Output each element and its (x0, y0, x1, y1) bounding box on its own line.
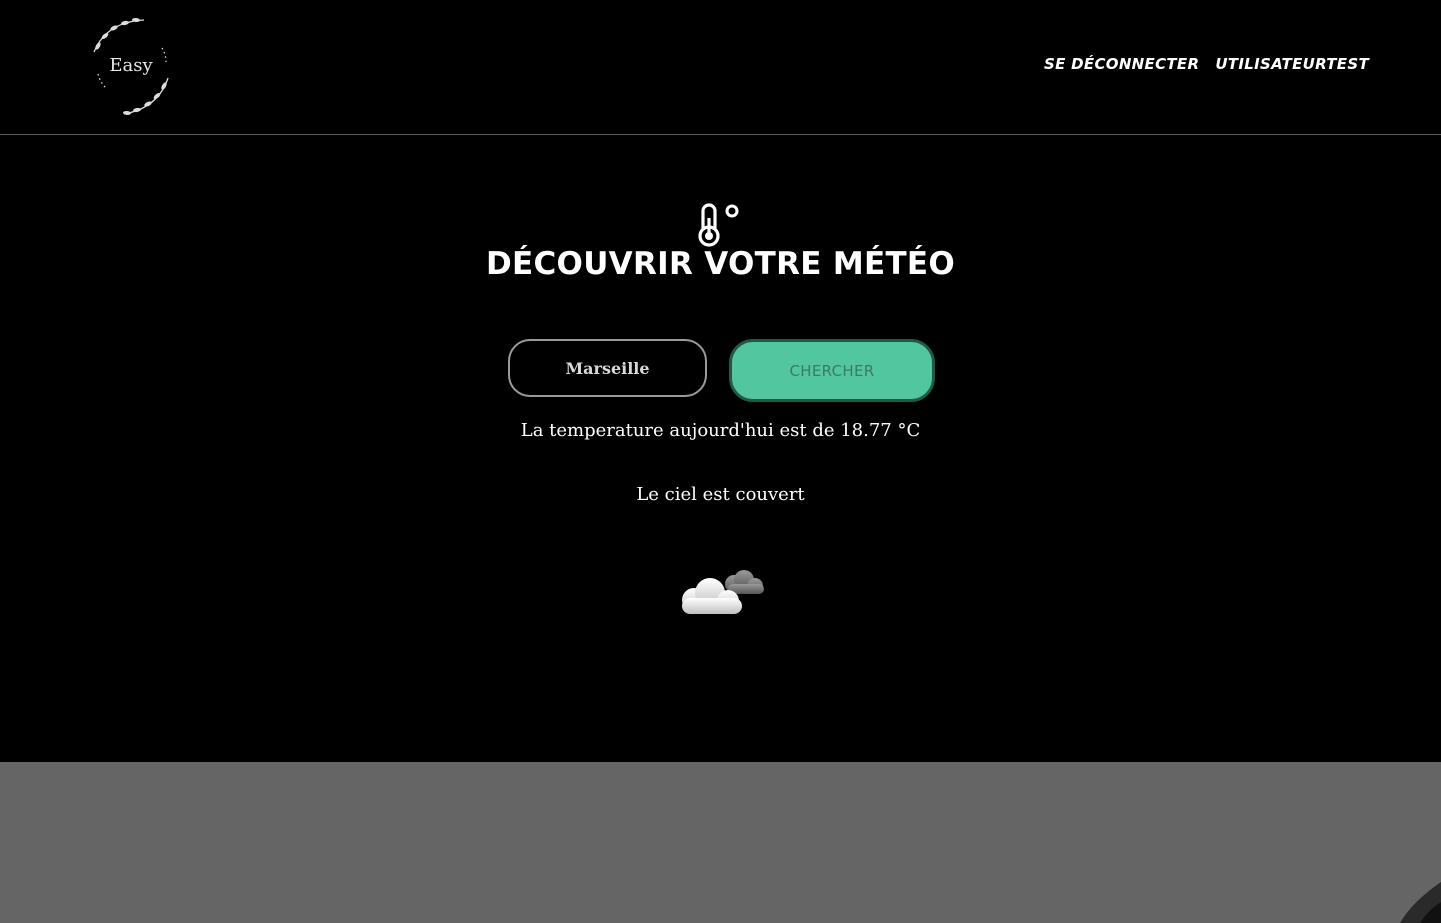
logout-link[interactable]: SE DÉCONNECTER (1044, 55, 1199, 73)
logo-text: Easy (109, 55, 153, 76)
page-title: DÉCOUVRIR VOTRE MÉTÉO (485, 246, 956, 282)
city-input[interactable] (508, 339, 707, 397)
temperature-text: La temperature aujourd'hui est de 18.77 … (520, 420, 921, 441)
logo[interactable]: Easy (78, 12, 184, 120)
overcast-clouds-icon (676, 566, 768, 622)
site-header: Easy SE DÉCONNECTER UTILISATEURTEST (0, 0, 1441, 135)
background-photo (0, 762, 1441, 923)
top-nav: SE DÉCONNECTER UTILISATEURTEST (1044, 55, 1369, 73)
thermometer-degree-icon (694, 202, 744, 248)
weather-section: DÉCOUVRIR VOTRE MÉTÉO CHERCHER La temper… (0, 136, 1441, 762)
search-button[interactable]: CHERCHER (729, 339, 935, 402)
sky-description: Le ciel est couvert (636, 484, 805, 505)
user-link[interactable]: UTILISATEURTEST (1215, 55, 1369, 73)
